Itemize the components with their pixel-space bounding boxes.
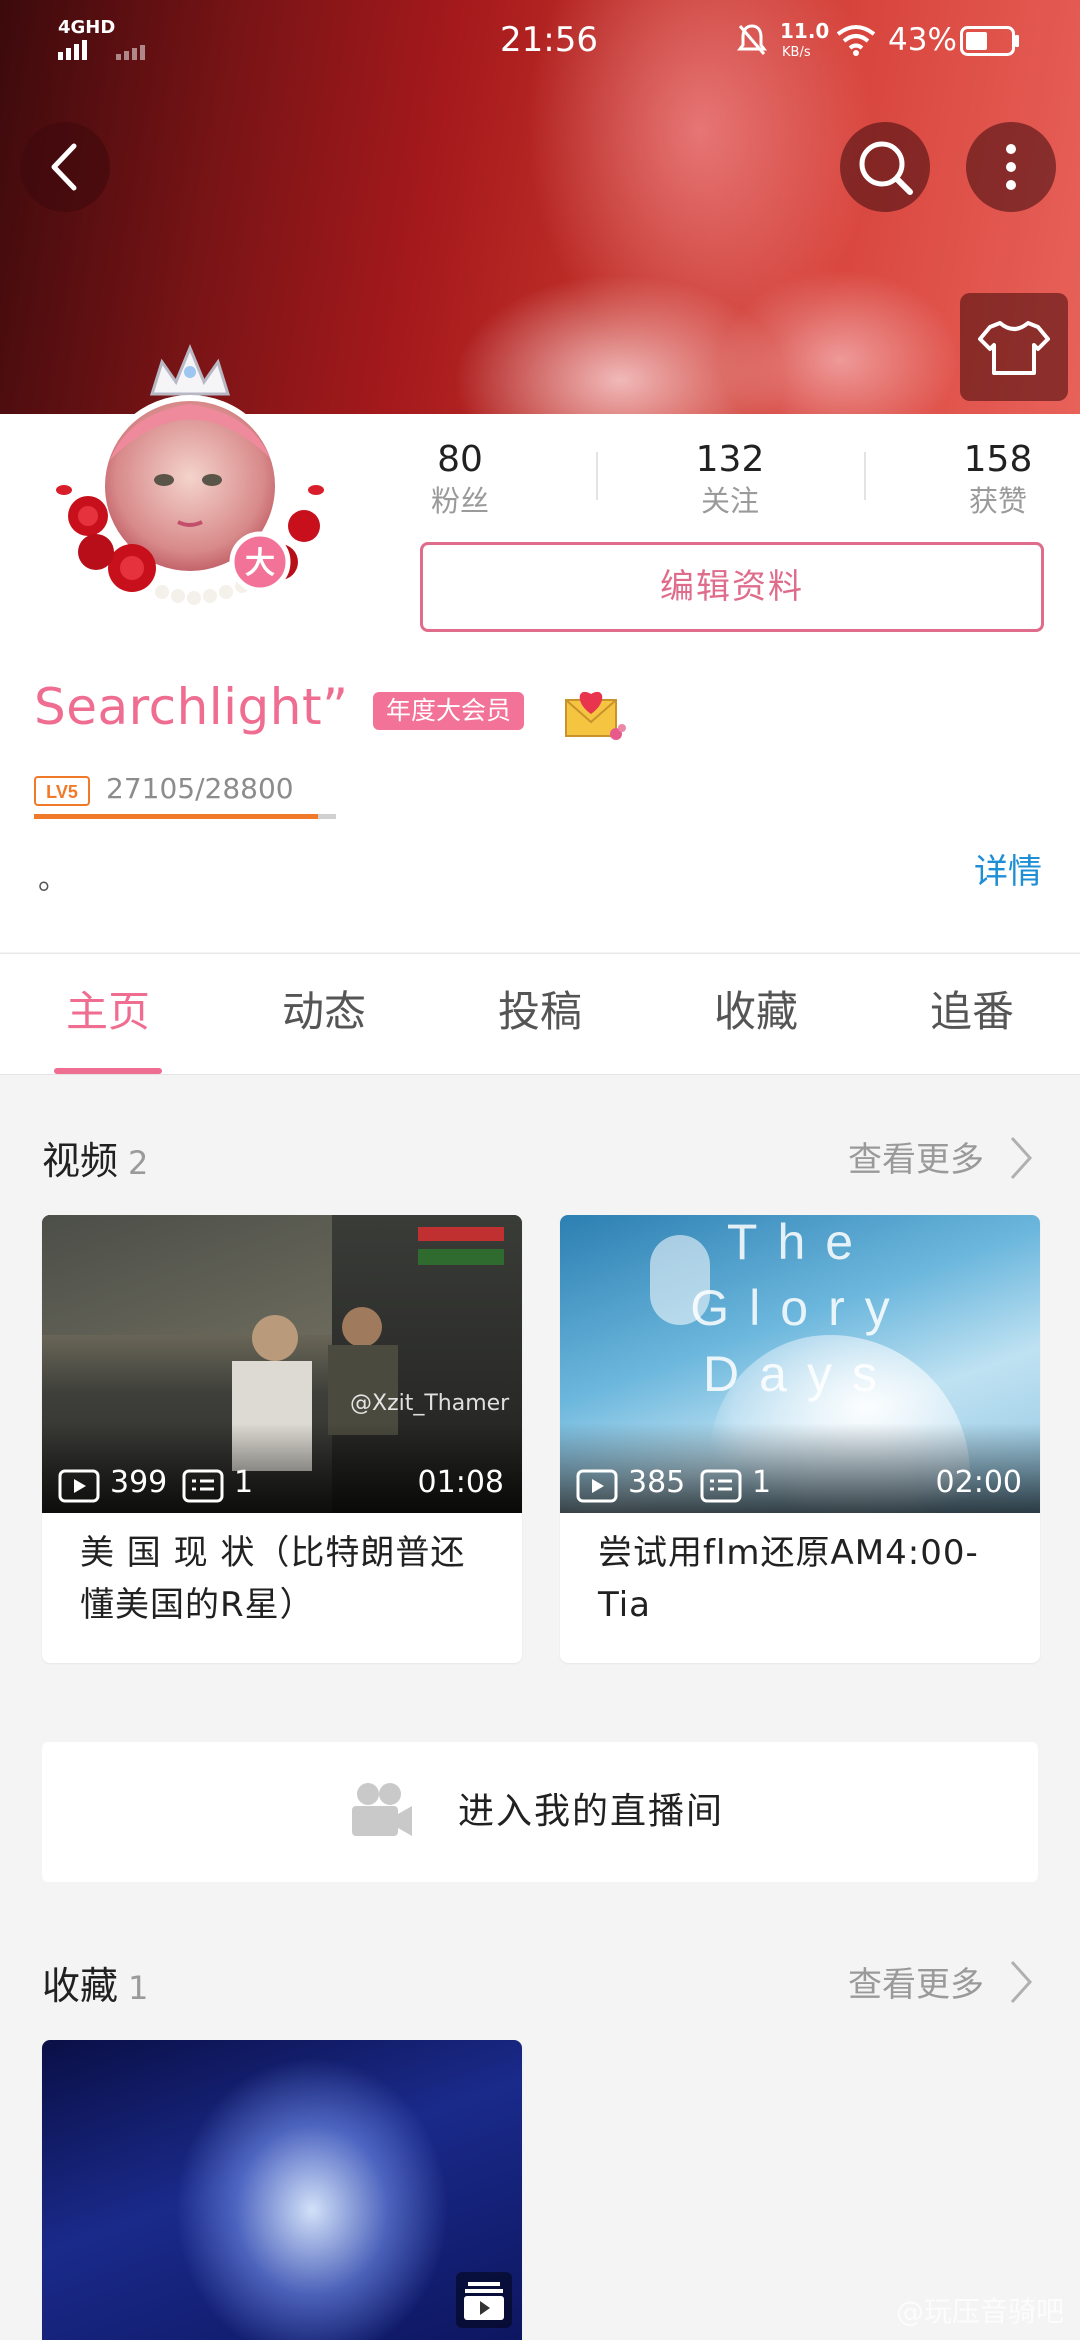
favorites-more-link[interactable]: 查看更多 (848, 1957, 984, 2006)
battery-icon (960, 26, 1019, 56)
videos-more-link[interactable]: 查看更多 (848, 1132, 984, 1181)
comment-count: 1 (234, 1465, 254, 1500)
followers-stat[interactable]: 80 粉丝 (360, 438, 560, 520)
detail-link[interactable]: 详情 (974, 844, 1042, 893)
play-count-icon (576, 1469, 618, 1503)
following-label: 关注 (700, 484, 759, 518)
level-badge: LV5 (34, 776, 90, 806)
mute-bell-icon (737, 24, 767, 55)
avatar-frame-art: 大 (56, 344, 324, 605)
battery-percent: 43% (888, 22, 957, 58)
video-card[interactable]: The Glory Days 385 1 02:00 尝试用flm还原AM4:0… (560, 1215, 1040, 1663)
danmaku-icon (700, 1469, 742, 1503)
favorite-thumbnail (42, 2040, 522, 2340)
user-signature: 。 (38, 862, 68, 897)
video-card[interactable]: @Xzit_Thamer 399 1 01:08 美 国 现 状（比特朗普还懂美… (42, 1215, 522, 1663)
profile-tabs: 主页 动态 投稿 收藏 追番 (0, 953, 1080, 1075)
followers-count: 80 (437, 439, 483, 480)
avatar-frame[interactable]: 大 (52, 340, 332, 610)
envelope-heart-icon (565, 691, 626, 740)
favorites-count: 1 (128, 1969, 149, 2007)
username: Searchlightˮ (34, 678, 349, 736)
thumb-watermark: @Xzit_Thamer (350, 1391, 510, 1416)
favorites-title-text: 收藏 (42, 1964, 119, 2008)
exp-progress-text: 27105/28800 (106, 772, 294, 805)
favorite-folder-card[interactable] (42, 2040, 522, 2340)
likes-count: 158 (963, 439, 1033, 480)
favorites-section-title: 收藏 1 (42, 1955, 148, 2010)
thumb-figure (252, 1315, 298, 1361)
likes-stat[interactable]: 158 获赞 (898, 438, 1080, 520)
tshirt-icon (978, 321, 1050, 375)
danmaku-icon (182, 1469, 224, 1503)
followers-label: 粉丝 (430, 484, 489, 518)
tab-dynamics[interactable]: 动态 (216, 954, 432, 1074)
thumb-scene (42, 1215, 342, 1335)
tab-submissions[interactable]: 投稿 (432, 954, 648, 1074)
tab-active-indicator (54, 1068, 162, 1074)
watermark: @玩压音骑吧 (895, 2295, 1064, 2328)
vip-badge[interactable]: 年度大会员 (373, 692, 525, 730)
back-arrow-icon (51, 143, 77, 191)
divider (864, 452, 866, 500)
chevron-right-icon[interactable] (1006, 1958, 1036, 2006)
view-count: 385 (628, 1465, 686, 1500)
following-stat[interactable]: 132 关注 (630, 438, 830, 520)
back-button[interactable] (20, 122, 110, 212)
edit-profile-button[interactable]: 编辑资料 (420, 542, 1044, 632)
exp-progress-bar (34, 814, 336, 819)
thumb-title-text: The Glory Days (690, 1215, 910, 1402)
thumb-figure (342, 1307, 382, 1347)
divider (596, 452, 598, 500)
tab-favorites[interactable]: 收藏 (648, 954, 864, 1074)
thumb-figure (328, 1345, 398, 1435)
likes-label: 获赞 (968, 484, 1027, 518)
thumb-hud (418, 1227, 504, 1241)
video-duration: 02:00 (935, 1465, 1022, 1500)
tab-bangumi[interactable]: 追番 (864, 954, 1080, 1074)
more-vertical-icon (1006, 144, 1016, 190)
videos-title-text: 视频 (42, 1139, 119, 1183)
wifi-icon (836, 25, 876, 56)
videos-count: 2 (128, 1144, 149, 1182)
video-camera-icon (352, 1783, 412, 1836)
tab-home[interactable]: 主页 (0, 954, 216, 1074)
more-button[interactable] (966, 122, 1056, 212)
level-text: LV5 (46, 782, 78, 802)
live-room-entry[interactable]: 进入我的直播间 (42, 1742, 1038, 1882)
videos-section-title: 视频 2 (42, 1130, 148, 1185)
search-button[interactable] (840, 122, 930, 212)
exp-progress-fill (34, 814, 319, 819)
clock: 21:56 (500, 20, 598, 60)
video-thumbnail: The Glory Days 385 1 02:00 (560, 1215, 1040, 1513)
thumb-hud (418, 1249, 504, 1265)
view-count: 399 (110, 1465, 168, 1500)
comment-count: 1 (752, 1465, 772, 1500)
play-count-icon (58, 1469, 100, 1503)
search-icon (859, 141, 913, 195)
net-speed-unit: KB/s (782, 45, 811, 60)
chevron-right-icon[interactable] (1006, 1134, 1036, 1182)
theme-dress-button[interactable] (960, 293, 1068, 401)
video-thumbnail: @Xzit_Thamer 399 1 01:08 (42, 1215, 522, 1513)
live-room-label: 进入我的直播间 (458, 1791, 725, 1832)
playlist-folder-icon (456, 2272, 512, 2328)
video-title: 尝试用flm还原AM4:00-Tia (598, 1533, 979, 1625)
avatar-vip-badge: 大 (245, 546, 275, 581)
video-title: 美 国 现 状（比特朗普还懂美国的R星） (80, 1533, 466, 1625)
signal-icon (58, 40, 145, 60)
video-duration: 01:08 (417, 1465, 504, 1500)
following-count: 132 (695, 439, 765, 480)
